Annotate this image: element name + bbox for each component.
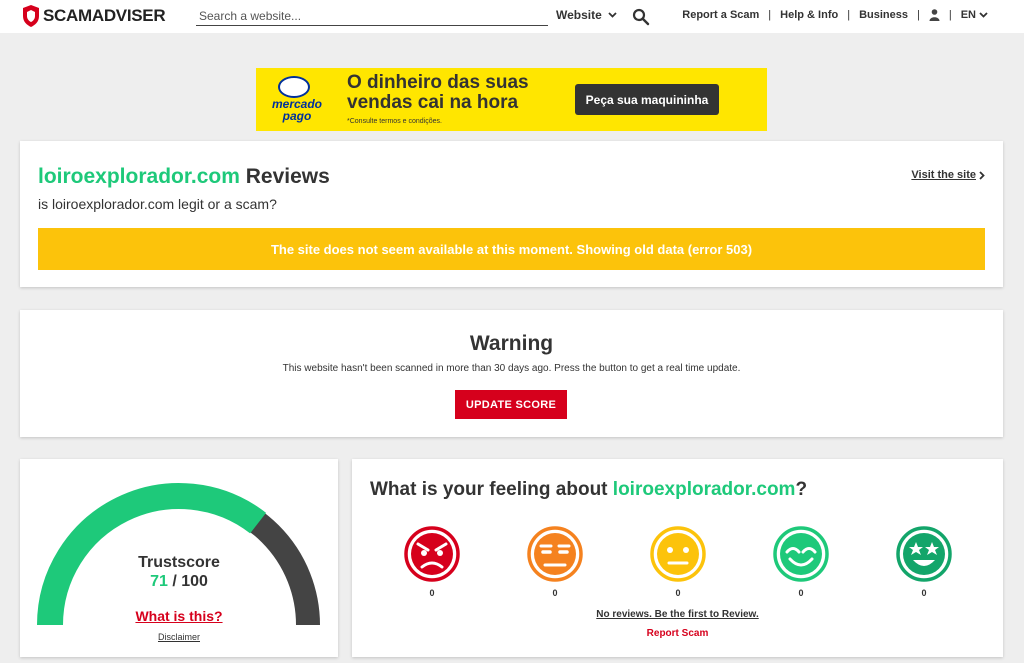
rating-star-eyes[interactable]: 0 xyxy=(894,525,954,598)
search-type-label: Website xyxy=(556,8,602,22)
search-field xyxy=(196,5,548,26)
warning-title: Warning xyxy=(469,332,554,355)
rating-angry[interactable]: 0 xyxy=(402,525,462,598)
rating-count: 0 xyxy=(675,588,681,598)
reviews-card: loiroexplorador.com Reviews is loiroexpl… xyxy=(20,141,1003,287)
rating-neutral[interactable]: 0 xyxy=(648,525,708,598)
title-suffix: Reviews xyxy=(245,165,330,188)
language-selector[interactable]: EN xyxy=(961,9,988,21)
angry-face-icon xyxy=(404,526,460,582)
top-nav: Report a Scam | Help & Info | Business |… xyxy=(682,9,988,21)
search-input[interactable] xyxy=(196,6,548,26)
top-header: SCAMADVISER Website Report a Scam | Help… xyxy=(0,0,1024,33)
visit-site-label: Visit the site xyxy=(911,169,976,181)
rating-count: 0 xyxy=(552,588,558,598)
shield-logo-icon xyxy=(23,5,39,27)
handshake-logo-icon xyxy=(278,76,310,98)
nav-separator: | xyxy=(768,9,772,21)
page-title: loiroexplorador.com Reviews xyxy=(38,165,330,189)
nav-report-scam[interactable]: Report a Scam xyxy=(682,9,759,21)
feeling-question-end: ? xyxy=(795,479,808,500)
search-type-dropdown[interactable]: Website xyxy=(556,8,617,22)
availability-alert: The site does not seem available at this… xyxy=(38,228,985,270)
feeling-title: What is your feeling about loiroexplorad… xyxy=(370,479,807,501)
trustscore-max: / 100 xyxy=(172,573,208,590)
trustscore-value: 71 / 100 xyxy=(120,573,238,591)
ad-banner[interactable]: mercado pago O dinheiro das suas vendas … xyxy=(256,68,767,131)
report-scam-link[interactable]: Report Scam xyxy=(352,628,1003,639)
happy-face-icon xyxy=(773,526,829,582)
trustscore-card: Trustscore 71 / 100 What is this? Discla… xyxy=(20,459,338,657)
trustscore-number: 71 xyxy=(150,573,168,590)
star-eyes-face-icon xyxy=(896,526,952,582)
update-score-button[interactable]: UPDATE SCORE xyxy=(455,390,567,419)
feeling-card: What is your feeling about loiroexplorad… xyxy=(352,459,1003,657)
warning-card: Warning This website hasn't been scanned… xyxy=(20,310,1003,437)
rating-annoyed[interactable]: 0 xyxy=(525,525,585,598)
ad-footnote: *Consulte termos e condições. xyxy=(347,118,442,125)
annoyed-face-icon xyxy=(527,526,583,582)
ad-brand: mercado pago xyxy=(271,97,323,123)
user-icon[interactable] xyxy=(929,9,940,21)
no-reviews-link[interactable]: No reviews. Be the first to Review. xyxy=(352,609,1003,620)
nav-separator: | xyxy=(847,9,851,21)
chevron-down-icon xyxy=(608,12,617,18)
rating-count: 0 xyxy=(921,588,927,598)
nav-separator: | xyxy=(948,9,952,21)
disclaimer-link[interactable]: Disclaimer xyxy=(120,632,238,642)
search-icon[interactable] xyxy=(632,8,650,26)
neutral-face-icon xyxy=(650,526,706,582)
visit-site-link[interactable]: Visit the site xyxy=(911,169,985,181)
warning-text: This website hasn't been scanned in more… xyxy=(282,363,741,374)
ad-cta-button[interactable]: Peça sua maquininha xyxy=(575,84,719,115)
title-domain: loiroexplorador.com xyxy=(38,165,240,188)
chevron-right-icon xyxy=(979,170,985,180)
nav-help-info[interactable]: Help & Info xyxy=(780,9,838,21)
nav-separator: | xyxy=(917,9,920,21)
language-label: EN xyxy=(960,9,976,21)
rating-count: 0 xyxy=(429,588,435,598)
feeling-domain: loiroexplorador.com xyxy=(612,479,796,500)
logo-text: SCAMADVISER xyxy=(43,6,166,25)
rating-happy[interactable]: 0 xyxy=(771,525,831,598)
what-is-this-link[interactable]: What is this? xyxy=(120,608,238,624)
trustscore-label: Trustscore xyxy=(138,554,220,571)
ad-headline: O dinheiro das suas vendas cai na hora xyxy=(347,72,529,113)
rating-count: 0 xyxy=(798,588,804,598)
nav-business[interactable]: Business xyxy=(859,9,908,21)
rating-faces: 0 0 0 0 0 xyxy=(402,525,962,598)
page-subtitle: is loiroexplorador.com legit or a scam? xyxy=(38,196,277,212)
feeling-question: What is your feeling about xyxy=(370,479,613,500)
site-logo[interactable]: SCAMADVISER xyxy=(22,4,166,28)
chevron-down-icon xyxy=(979,12,988,18)
